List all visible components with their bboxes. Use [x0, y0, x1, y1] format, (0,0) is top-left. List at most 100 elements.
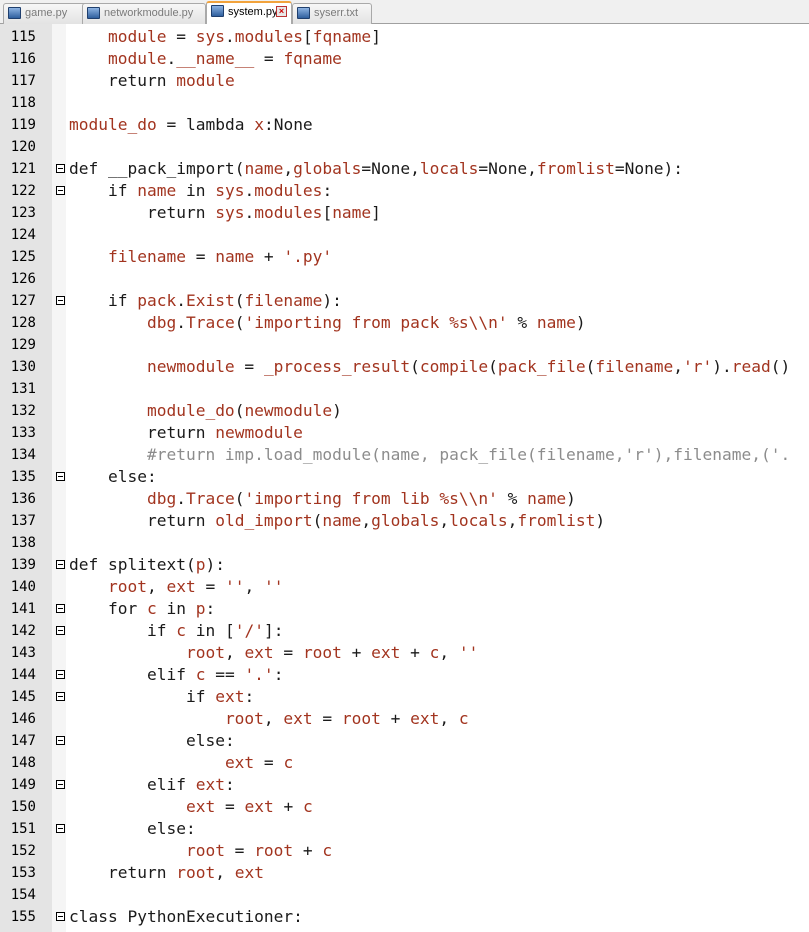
code-line[interactable]: 130 newmodule = _process_result(compile(… [0, 356, 809, 378]
code-token: . [166, 49, 177, 68]
code-token: _process_result [263, 357, 411, 376]
code-line[interactable]: 118 [0, 92, 809, 114]
code-token: ( [410, 357, 420, 376]
code-line[interactable]: 151 else: [0, 818, 809, 840]
code-text: return newmodule [69, 422, 303, 444]
code-text: else: [69, 730, 235, 752]
code-line[interactable]: 153 return root, ext [0, 862, 809, 884]
code-line[interactable]: 125 filename = name + '.py' [0, 246, 809, 268]
tab-syserr-txt[interactable]: syserr.txt [292, 3, 372, 24]
code-line[interactable]: 150 ext = ext + c [0, 796, 809, 818]
code-line[interactable]: 148 ext = c [0, 752, 809, 774]
line-number: 150 [10, 799, 36, 815]
code-line[interactable]: 124 [0, 224, 809, 246]
fold-collapse-icon[interactable] [56, 560, 65, 569]
line-number: 134 [10, 447, 36, 463]
fold-collapse-icon[interactable] [56, 296, 65, 305]
line-number: 119 [10, 117, 36, 133]
code-line[interactable]: 126 [0, 268, 809, 290]
code-text: newmodule = _process_result(compile(pack… [69, 356, 790, 378]
code-line[interactable]: 152 root = root + c [0, 840, 809, 862]
code-line[interactable]: 128 dbg.Trace('importing from pack %s\\n… [0, 312, 809, 334]
code-token: modules [234, 27, 303, 46]
code-token: old_import [215, 511, 313, 530]
code-line[interactable]: 120 [0, 136, 809, 158]
code-token: filename [107, 247, 186, 266]
code-line[interactable]: 141 for c in p: [0, 598, 809, 620]
code-token: ( [234, 313, 245, 332]
code-token: root [185, 841, 225, 860]
fold-collapse-icon[interactable] [56, 670, 65, 679]
fold-collapse-icon[interactable] [56, 626, 65, 635]
code-line[interactable]: 146 root, ext = root + ext, c [0, 708, 809, 730]
line-number: 143 [10, 645, 36, 661]
code-line[interactable]: 132 module_do(newmodule) [0, 400, 809, 422]
fold-collapse-icon[interactable] [56, 164, 65, 173]
fold-collapse-icon[interactable] [56, 780, 65, 789]
fold-collapse-icon[interactable] [56, 186, 65, 195]
tab-game-py[interactable]: game.py [3, 3, 90, 24]
code-token: globals [371, 511, 440, 530]
code-token: : [322, 181, 333, 200]
code-token: = [234, 357, 264, 376]
code-line[interactable]: 131 [0, 378, 809, 400]
code-line[interactable]: 144 elif c == '.': [0, 664, 809, 686]
code-token: : [224, 775, 235, 794]
code-token: . [244, 203, 255, 222]
code-line[interactable]: 119 module_do = lambda x:None [0, 114, 809, 136]
code-token: if [107, 181, 138, 200]
code-line[interactable]: 137 return old_import(name,globals,local… [0, 510, 809, 532]
code-line[interactable]: 123 return sys.modules[name] [0, 202, 809, 224]
fold-collapse-icon[interactable] [56, 472, 65, 481]
code-token: c [176, 621, 186, 640]
line-number: 135 [10, 469, 36, 485]
code-token: ( [585, 357, 596, 376]
code-token: . [176, 313, 186, 332]
code-line[interactable]: 154 [0, 884, 809, 906]
code-token: locals [449, 511, 508, 530]
code-line[interactable]: 117 return module [0, 70, 809, 92]
fold-collapse-icon[interactable] [56, 692, 65, 701]
code-token: elif [146, 775, 196, 794]
close-tab-icon[interactable]: × [276, 6, 287, 17]
code-line[interactable]: 143 root, ext = root + ext + c, '' [0, 642, 809, 664]
code-line[interactable]: 136 dbg.Trace('importing from lib %s\\n'… [0, 488, 809, 510]
code-token: newmodule [244, 401, 333, 420]
fold-collapse-icon[interactable] [56, 824, 65, 833]
code-line[interactable]: 116 module.__name__ = fqname [0, 48, 809, 70]
code-token: c [195, 665, 206, 684]
code-line[interactable]: 138 [0, 532, 809, 554]
code-line[interactable]: 127 if pack.Exist(filename): [0, 290, 809, 312]
tab-networkmodule-py[interactable]: networkmodule.py [82, 3, 206, 24]
code-line[interactable]: 140 root, ext = '', '' [0, 576, 809, 598]
code-token: : [224, 731, 235, 750]
code-token: ( [312, 511, 323, 530]
code-line[interactable]: 129 [0, 334, 809, 356]
code-line[interactable]: 115 module = sys.modules[fqname] [0, 26, 809, 48]
code-line[interactable]: 155 class PythonExecutioner: [0, 906, 809, 928]
code-token: : [146, 467, 157, 486]
code-text: root, ext = '', '' [69, 576, 283, 598]
tab-system-py[interactable]: system.py × [206, 1, 292, 25]
code-token: dbg [146, 489, 177, 508]
fold-collapse-icon[interactable] [56, 604, 65, 613]
code-token: else [107, 467, 147, 486]
fold-collapse-icon[interactable] [56, 736, 65, 745]
code-line[interactable]: 122 if name in sys.modules: [0, 180, 809, 202]
code-editor[interactable]: 115 module = sys.modules[fqname] 116 modu… [0, 24, 809, 932]
fold-collapse-icon[interactable] [56, 912, 65, 921]
code-line[interactable]: 135 else: [0, 466, 809, 488]
code-line[interactable]: 149 elif ext: [0, 774, 809, 796]
code-token: if [146, 621, 177, 640]
code-line[interactable]: 145 if ext: [0, 686, 809, 708]
code-text: else: [69, 818, 196, 840]
code-line[interactable]: 139 def splitext(p): [0, 554, 809, 576]
code-line[interactable]: 147 else: [0, 730, 809, 752]
code-line[interactable]: 134 #return imp.load_module(name, pack_f… [0, 444, 809, 466]
code-line[interactable]: 121 def __pack_import(name,globals=None,l… [0, 158, 809, 180]
code-line[interactable]: 142 if c in ['/']: [0, 620, 809, 642]
code-line[interactable]: 133 return newmodule [0, 422, 809, 444]
